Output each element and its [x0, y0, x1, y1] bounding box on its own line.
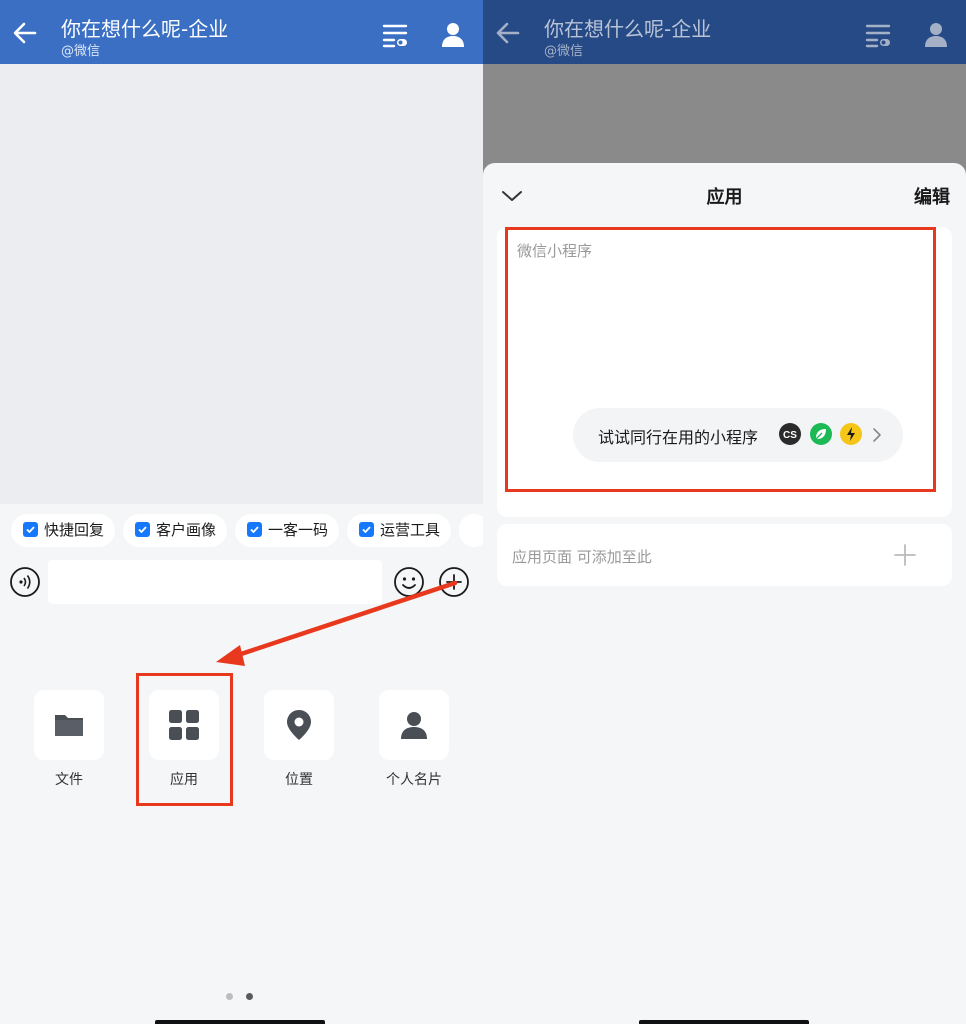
tile-contact-card-label: 个人名片 [386, 772, 442, 788]
arrow-left-icon[interactable] [493, 18, 523, 48]
chat-header: 你在想什么呢-企业 @微信 [0, 0, 483, 64]
checkbox-icon [23, 522, 38, 537]
attachment-grid: 文件 应用 位置 个人名片 [0, 690, 483, 810]
chip-label: 快捷回复 [44, 521, 105, 539]
chat-subtitle: @微信 [61, 44, 101, 59]
tile-file-label: 文件 [55, 772, 83, 788]
chip-label: 一客一码 [268, 521, 329, 539]
voice-icon[interactable] [9, 566, 41, 598]
chat-header-dimmed: 你在想什么呢-企业 @微信 [483, 0, 966, 64]
home-indicator [155, 1020, 325, 1024]
filter-toggle-icon[interactable] [380, 20, 410, 50]
plus-icon[interactable] [893, 543, 917, 567]
chip-customer-profile[interactable]: 客户画像 [123, 514, 228, 547]
chat-message-area[interactable] [0, 64, 483, 504]
person-card-icon [401, 712, 427, 739]
sheet-title: 应用 [706, 187, 743, 208]
tile-location[interactable]: 位置 [249, 690, 349, 789]
tile-file[interactable]: 文件 [19, 690, 119, 789]
location-pin-icon [287, 710, 311, 740]
chat-bottom-panel: 快捷回复 客户画像 一客一码 运营工具 文件 应用 位置 个人名片 [0, 504, 483, 1024]
chip-operation-tools[interactable]: 运营工具 [347, 514, 452, 547]
right-screen: 你在想什么呢-企业 @微信 应用 编辑 试试同行在用的小程序 CS 应用页面 可… [483, 0, 966, 1024]
tile-location-box [264, 690, 334, 760]
highlight-mini-program-section [505, 227, 936, 492]
app-page-hint: 应用页面 可添加至此 [512, 548, 652, 566]
chip-label: 客户画像 [156, 521, 217, 539]
message-input-row [0, 560, 483, 606]
tile-contact-card[interactable]: 个人名片 [364, 690, 464, 789]
edit-button[interactable]: 编辑 [914, 183, 950, 209]
chat-title: 你在想什么呢-企业 [61, 17, 229, 41]
checkbox-icon [359, 522, 375, 537]
chip-partial[interactable] [459, 514, 483, 547]
highlight-apps-tile [136, 673, 233, 806]
tile-location-label: 位置 [285, 772, 313, 788]
message-input[interactable] [48, 560, 382, 604]
plus-circle-icon[interactable] [438, 566, 470, 598]
left-screen: 你在想什么呢-企业 @微信 快捷回复 客户画像 一客一码 运营工具 文件 应用 … [0, 0, 483, 1024]
tile-file-box [34, 690, 104, 760]
folder-icon [55, 715, 83, 736]
page-dot [226, 993, 233, 1000]
chip-label: 运营工具 [380, 521, 441, 539]
quick-tool-chips: 快捷回复 客户画像 一客一码 运营工具 [11, 514, 483, 548]
emoji-icon[interactable] [393, 566, 425, 598]
app-page-row[interactable]: 应用页面 可添加至此 [497, 524, 952, 586]
sheet-header: 应用 编辑 [483, 163, 966, 225]
chat-title: 你在想什么呢-企业 [544, 17, 712, 41]
filter-toggle-icon[interactable] [863, 20, 893, 50]
tile-contact-card-box [379, 690, 449, 760]
arrow-left-icon[interactable] [10, 18, 40, 48]
page-dot-active [246, 993, 253, 1000]
home-indicator [639, 1020, 809, 1024]
checkbox-icon [247, 522, 263, 537]
chat-subtitle: @微信 [544, 44, 584, 59]
page-indicator [226, 993, 266, 1001]
person-icon[interactable] [921, 19, 951, 49]
chip-one-customer-one-code[interactable]: 一客一码 [235, 514, 340, 547]
checkbox-icon [135, 522, 151, 537]
chip-quick-reply[interactable]: 快捷回复 [11, 514, 116, 547]
person-icon[interactable] [438, 19, 468, 49]
